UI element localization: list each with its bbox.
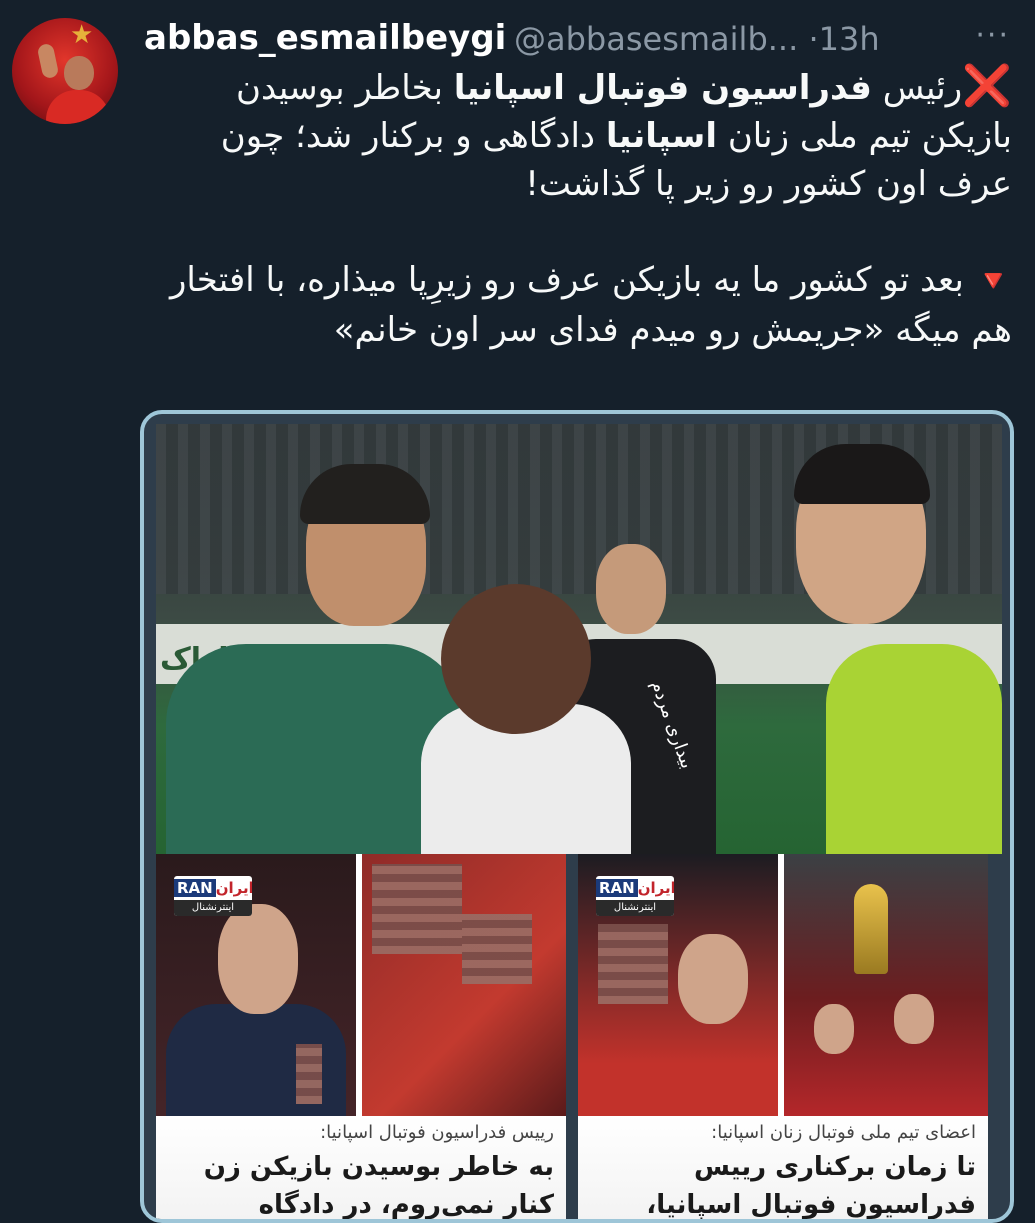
red-triangle-icon: 🔻 xyxy=(974,264,1012,299)
news-caption: اعضای تیم ملی فوتبال زنان اسپانیا: تا زم… xyxy=(578,1116,988,1220)
avatar[interactable]: ★ xyxy=(12,18,118,124)
tweet-media[interactable]: م اراک بیداری مردم RANایران اینترنشنال ر… xyxy=(140,410,1014,1223)
trophy-icon xyxy=(854,884,888,974)
news-headline: به خاطر بوسیدن بازیکن زن کنار نمی‌روم، د… xyxy=(203,1152,554,1220)
iran-international-logo: RAN ایران اینترنشنال xyxy=(174,876,252,916)
author-handle-time[interactable]: @abbasesmailb... ·13h xyxy=(514,20,880,58)
news-kicker: اعضای تیم ملی فوتبال زنان اسپانیا: xyxy=(711,1122,976,1143)
author-name[interactable]: abbas_esmailbeygi xyxy=(144,18,506,58)
person-steward xyxy=(766,434,1002,854)
tweet-text: ❌رئیس فدراسیون فوتبال اسپانیا بخاطر بوسی… xyxy=(144,62,1012,354)
tweet-paragraph-1: ❌رئیس فدراسیون فوتبال اسپانیا بخاطر بوسی… xyxy=(220,63,1012,204)
star-icon: ★ xyxy=(70,20,94,50)
news-kicker: رییس فدراسیون فوتبال اسپانیا: xyxy=(320,1122,554,1143)
news-card-left[interactable]: RAN ایران اینترنشنال رییس فدراسیون فوتبال… xyxy=(156,854,566,1220)
news-card-right[interactable]: RAN ایران اینترنشنال اعضای تیم ملی فوتبال… xyxy=(578,854,988,1220)
person-woman xyxy=(421,584,631,854)
news-caption: رییس فدراسیون فوتبال اسپانیا: به خاطر بو… xyxy=(156,1116,566,1220)
news-photo: RAN ایران اینترنشنال xyxy=(156,854,566,1116)
cross-mark-icon: ❌ xyxy=(962,63,1012,109)
tweet-header: abbas_esmailbeygi @abbasesmailb... ·13h … xyxy=(144,12,1024,66)
more-options-icon[interactable]: ··· xyxy=(975,18,1010,53)
news-headline: تا زمان برکناری رییس فدراسیون فوتبال اسپ… xyxy=(646,1152,976,1220)
news-photo: RAN ایران اینترنشنال xyxy=(578,854,988,1116)
main-photo[interactable]: م اراک بیداری مردم xyxy=(156,424,1002,854)
tweet-paragraph-2: 🔻 بعد تو کشور ما یه بازیکن عرف رو زیرِپا… xyxy=(170,260,1012,350)
iran-international-logo: RAN ایران اینترنشنال xyxy=(596,876,674,916)
